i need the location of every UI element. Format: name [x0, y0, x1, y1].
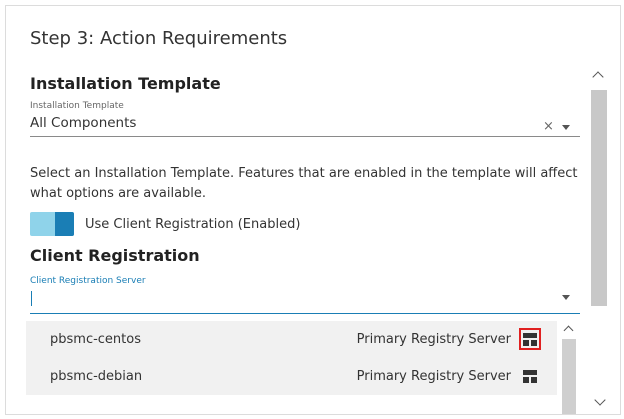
scrollbar-thumb[interactable] [591, 90, 607, 306]
client-registration-toggle[interactable] [30, 212, 74, 236]
installation-template-description: Select an Installation Template. Feature… [30, 166, 578, 201]
list-item[interactable]: pbsmc-debian Primary Registry Server [26, 358, 557, 395]
action-requirements-panel: Step 3: Action Requirements Installation… [5, 5, 621, 415]
scroll-up-icon[interactable] [563, 325, 574, 336]
option-name: pbsmc-centos [50, 332, 141, 347]
clear-icon[interactable]: × [543, 119, 554, 134]
client-registration-toggle-label: Use Client Registration (Enabled) [85, 217, 301, 232]
client-registration-server-dropdown: pbsmc-centos Primary Registry Server pbs… [26, 314, 580, 414]
panel-scrollbar[interactable] [589, 66, 609, 414]
option-name: pbsmc-debian [50, 369, 143, 384]
option-type: Primary Registry Server [356, 369, 511, 384]
installation-template-label: Installation Template [30, 101, 124, 111]
dropdown-scrollbar-thumb[interactable] [562, 339, 576, 414]
toggle-knob [55, 212, 74, 236]
installation-template-value[interactable]: All Components [30, 115, 136, 131]
client-registration-server-label: Client Registration Server [30, 276, 146, 286]
list-item[interactable]: pbsmc-centos Primary Registry Server [26, 321, 557, 358]
installation-template-underline [30, 136, 580, 137]
text-cursor [31, 291, 32, 306]
dropdown-scrollbar[interactable] [560, 321, 578, 414]
server-icon [523, 370, 537, 383]
option-type: Primary Registry Server [356, 332, 511, 347]
client-registration-heading: Client Registration [30, 246, 200, 265]
installation-template-heading: Installation Template [30, 74, 221, 93]
server-icon [523, 333, 537, 346]
scroll-up-icon[interactable] [592, 71, 604, 83]
chevron-down-icon[interactable] [562, 295, 570, 300]
step-title: Step 3: Action Requirements [30, 28, 288, 49]
chevron-down-icon[interactable] [562, 125, 570, 130]
